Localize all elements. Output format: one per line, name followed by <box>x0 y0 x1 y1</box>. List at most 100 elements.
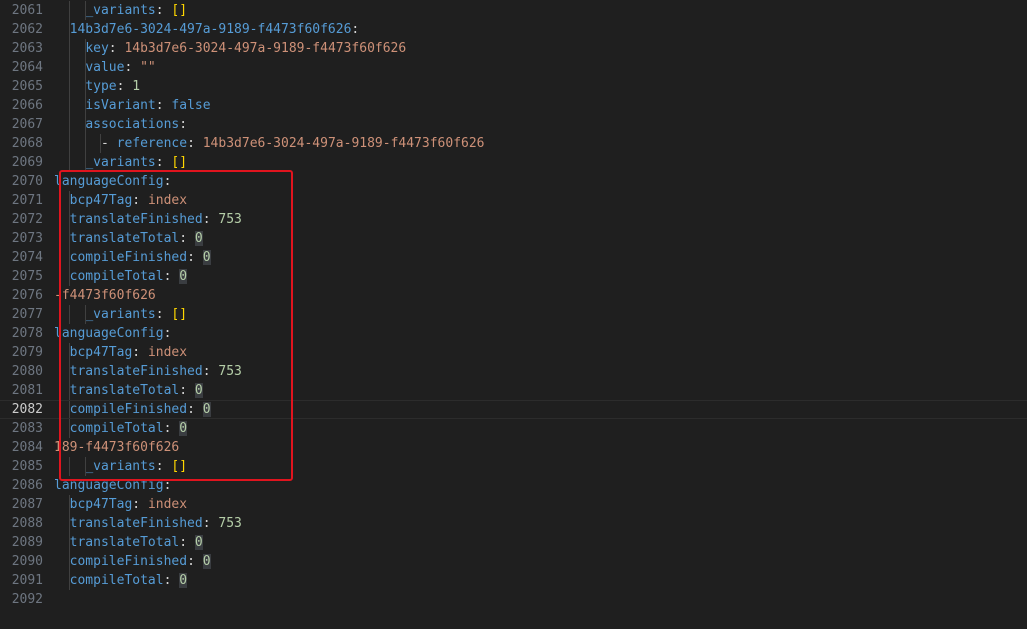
indent-guide <box>69 210 70 229</box>
indent-guide <box>69 401 70 418</box>
code-line[interactable]: 2065 type: 1 <box>0 77 1027 96</box>
code-token: : <box>163 421 180 436</box>
code-line[interactable]: 2089 translateTotal: 0 <box>0 533 1027 552</box>
indent-guide <box>69 39 70 58</box>
indent-guide <box>69 191 70 210</box>
code-token: 0 <box>202 250 211 265</box>
indent-guide <box>69 153 70 172</box>
code-token: value <box>85 60 125 75</box>
code-token: translateTotal <box>69 383 180 398</box>
indent-guide <box>69 362 70 381</box>
code-token: : <box>163 478 172 493</box>
code-line[interactable]: 2090 compileFinished: 0 <box>0 552 1027 571</box>
indent-guide <box>69 381 70 400</box>
code-text: translateTotal: 0 <box>54 381 203 400</box>
code-text: translateFinished: 753 <box>54 210 242 229</box>
code-line[interactable]: 2075 compileTotal: 0 <box>0 267 1027 286</box>
code-text: bcp47Tag: index <box>54 191 187 210</box>
code-text: languageConfig: <box>54 324 171 343</box>
indent-guide <box>69 533 70 552</box>
code-line[interactable]: 2083 compileTotal: 0 <box>0 419 1027 438</box>
code-token: : <box>132 497 148 512</box>
code-text: translateFinished: 753 <box>54 514 242 533</box>
code-line[interactable]: 2068 - reference: 14b3d7e6-3024-497a-918… <box>0 134 1027 153</box>
code-token: - <box>100 136 117 151</box>
indent-guide <box>69 134 70 153</box>
indent-guide <box>69 571 70 590</box>
code-token: 0 <box>194 383 203 398</box>
code-token: "" <box>140 60 156 75</box>
code-token: bcp47Tag <box>69 193 133 208</box>
code-line[interactable]: 2070 languageConfig: <box>0 172 1027 191</box>
code-token: 753 <box>218 516 242 531</box>
code-editor[interactable]: 2061 _variants: [] 2062 14b3d7e6-3024-497… <box>0 0 1027 629</box>
line-number: 2069 <box>11 155 43 170</box>
line-number: 2064 <box>11 60 43 75</box>
code-token: 753 <box>218 212 242 227</box>
indent-guide <box>84 457 86 476</box>
code-token: languageConfig <box>54 326 164 341</box>
indent-guide <box>69 552 70 571</box>
code-token: : <box>163 269 180 284</box>
code-line[interactable]: 2088 translateFinished: 753 <box>0 514 1027 533</box>
code-text: bcp47Tag: index <box>54 495 187 514</box>
code-text: isVariant: false <box>54 96 211 115</box>
code-token: : <box>155 307 172 322</box>
line-number: 2092 <box>11 592 43 607</box>
code-line[interactable]: 2076 -f4473f60f626 <box>0 286 1027 305</box>
code-token: 0 <box>202 554 211 569</box>
code-line[interactable]: 2080 translateFinished: 753 <box>0 362 1027 381</box>
code-line[interactable]: 2079 bcp47Tag: index <box>0 343 1027 362</box>
code-line[interactable]: 2066 isVariant: false <box>0 96 1027 115</box>
code-line[interactable]: 2072 translateFinished: 753 <box>0 210 1027 229</box>
code-line[interactable]: 2073 translateTotal: 0 <box>0 229 1027 248</box>
code-text: languageConfig: <box>54 172 171 191</box>
code-line[interactable]: 2084 189-f4473f60f626 <box>0 438 1027 457</box>
code-line[interactable]: 2082 compileFinished: 0 <box>0 400 1027 419</box>
indent-guide <box>69 419 70 438</box>
code-text: compileTotal: 0 <box>54 267 188 286</box>
line-number: 2085 <box>11 459 43 474</box>
code-line[interactable]: 2078 languageConfig: <box>0 324 1027 343</box>
indent-guide <box>69 115 70 134</box>
line-number: 2080 <box>11 364 43 379</box>
code-line[interactable]: 2062 14b3d7e6-3024-497a-9189-f4473f60f62… <box>0 20 1027 39</box>
code-token: 0 <box>194 535 203 550</box>
code-line[interactable]: 2061 _variants: [] <box>0 1 1027 20</box>
indent-guide <box>69 96 70 115</box>
code-token: : <box>187 136 203 151</box>
line-number: 2090 <box>11 554 43 569</box>
indent-guide <box>84 153 86 172</box>
line-number: 2077 <box>11 307 43 322</box>
line-number: 2086 <box>11 478 43 493</box>
code-line[interactable]: 2086 languageConfig: <box>0 476 1027 495</box>
code-line[interactable]: 2087 bcp47Tag: index <box>0 495 1027 514</box>
code-token: 753 <box>218 364 242 379</box>
code-token: translateFinished <box>69 212 203 227</box>
code-token: : <box>108 41 125 56</box>
line-number: 2063 <box>11 41 43 56</box>
code-token: _variants <box>85 3 156 18</box>
code-line[interactable]: 2067 associations: <box>0 115 1027 134</box>
line-number: 2068 <box>11 136 43 151</box>
code-line[interactable]: 2092 <box>0 590 1027 609</box>
code-line[interactable]: 2081 translateTotal: 0 <box>0 381 1027 400</box>
line-number: 2075 <box>11 269 43 284</box>
line-number: 2062 <box>11 22 43 37</box>
code-line[interactable]: 2069 _variants: [] <box>0 153 1027 172</box>
code-token: associations <box>85 117 180 132</box>
code-line[interactable]: 2071 bcp47Tag: index <box>0 191 1027 210</box>
code-line[interactable]: 2091 compileTotal: 0 <box>0 571 1027 590</box>
code-line[interactable]: 2074 compileFinished: 0 <box>0 248 1027 267</box>
code-line[interactable]: 2064 value: "" <box>0 58 1027 77</box>
code-line[interactable]: 2063 key: 14b3d7e6-3024-497a-9189-f4473f… <box>0 39 1027 58</box>
code-line[interactable]: 2077 _variants: [] <box>0 305 1027 324</box>
line-number: 2067 <box>11 117 43 132</box>
code-text: languageConfig: <box>54 476 171 495</box>
indent-guide <box>84 305 86 324</box>
code-text: compileFinished: 0 <box>54 401 211 418</box>
code-line[interactable]: 2085 _variants: [] <box>0 457 1027 476</box>
